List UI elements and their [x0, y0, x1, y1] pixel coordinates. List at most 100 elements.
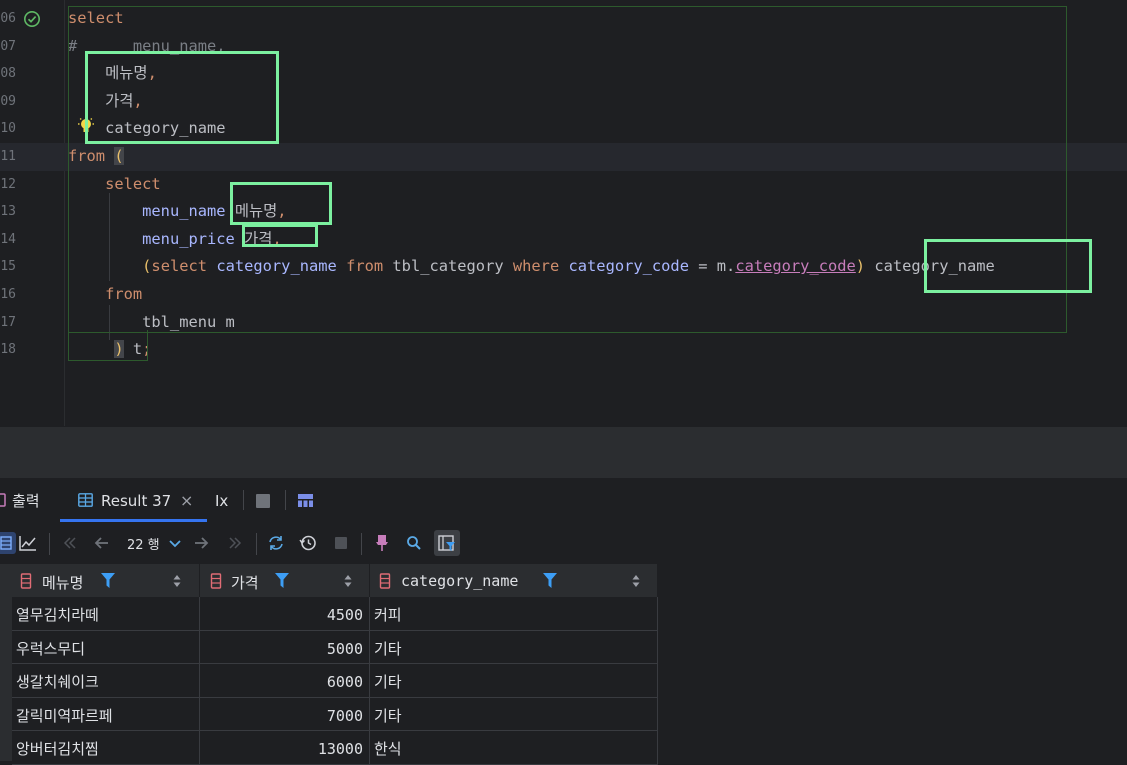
table-row[interactable]: 앙버터김치찜 13000 한식 [0, 731, 658, 765]
table-cell[interactable]: 4500 [200, 597, 370, 631]
table-cell[interactable]: 앙버터김치찜 [12, 731, 200, 765]
chart-icon[interactable] [17, 532, 39, 554]
code-text[interactable]: menu_price 가격, [68, 226, 282, 254]
table-cell[interactable]: 갈릭미역파르페 [12, 697, 200, 732]
line-number: 16 [0, 287, 16, 302]
prev-page-icon[interactable] [91, 532, 113, 554]
code-line[interactable]: 12 select [0, 171, 1127, 199]
code-text[interactable]: from [68, 281, 142, 309]
rows-dropdown-icon[interactable] [164, 532, 186, 554]
code-text[interactable]: ) t; [68, 336, 151, 364]
tab-result[interactable]: Result 37 × [60, 478, 207, 522]
close-icon[interactable]: × [180, 478, 193, 524]
code-line[interactable]: 18 ) t; [0, 336, 1127, 364]
code-text[interactable]: menu_name 메뉴명, [68, 198, 286, 226]
code-token: select [151, 257, 208, 276]
column-header-price[interactable]: 가격 [200, 564, 370, 597]
code-line[interactable]: 14 menu_price 가격, [0, 226, 1127, 254]
code-line[interactable]: 09 가격, [0, 88, 1127, 116]
code-token: = m. [688, 257, 736, 276]
sort-icon[interactable] [344, 574, 352, 588]
code-text[interactable]: select [68, 5, 124, 33]
table-cell[interactable]: 6000 [200, 664, 370, 698]
layout-icon[interactable] [298, 494, 313, 507]
sql-editor[interactable]: 06 select 07 # menu_name, 08 메뉴명, 09 가격, 10 ca… [0, 0, 1127, 426]
pin-icon[interactable] [371, 532, 393, 554]
code-line[interactable]: 06 select [0, 5, 1127, 33]
code-token: tbl_category [383, 257, 513, 276]
results-toolbar: 22 행 [0, 522, 1127, 564]
table-cell[interactable]: 5000 [200, 630, 370, 665]
table-cell[interactable]: 열무김치라떼 [12, 597, 200, 631]
stop-icon[interactable] [330, 532, 352, 554]
table-cell[interactable]: 13000 [200, 731, 370, 765]
code-token: select [105, 174, 161, 193]
table-cell[interactable]: 기타 [370, 630, 658, 665]
sort-icon[interactable] [632, 574, 640, 588]
search-icon[interactable] [403, 532, 425, 554]
code-token: menu_name [142, 202, 226, 221]
table-row[interactable]: 우럭스무디 5000 기타 [0, 630, 658, 665]
code-text[interactable]: select [68, 171, 161, 199]
column-header-menu-name[interactable]: 메뉴명 [12, 564, 200, 597]
code-text[interactable]: (select category_name from tbl_category … [68, 253, 995, 281]
stop-square-icon[interactable] [256, 494, 270, 508]
output-icon [0, 493, 6, 507]
lightbulb-icon[interactable] [76, 116, 96, 136]
row-count-label[interactable]: 22 행 [127, 534, 160, 553]
filter-icon[interactable] [101, 573, 115, 588]
line-number: 12 [0, 176, 16, 192]
table-cell[interactable]: 기타 [370, 664, 658, 698]
code-token: ) [114, 340, 124, 359]
code-token: category_name [865, 257, 995, 276]
code-text[interactable]: from ( [68, 143, 124, 171]
code-text[interactable]: # menu_name, [68, 33, 226, 61]
filter-icon[interactable] [543, 573, 557, 588]
tab-tx[interactable]: Ix [215, 478, 228, 522]
history-icon[interactable] [297, 532, 319, 554]
code-line[interactable]: 11 from ( [0, 143, 1127, 171]
code-token: category_code [735, 257, 856, 276]
line-number: 14 [0, 231, 16, 247]
column-header-category-name[interactable]: category_name [370, 564, 658, 597]
code-token: 가격 [234, 229, 273, 248]
code-line[interactable]: 08 메뉴명, [0, 60, 1127, 88]
check-circle-icon[interactable] [23, 10, 41, 28]
code-text[interactable]: 메뉴명, [68, 60, 157, 88]
table-row[interactable]: 열무김치라떼 4500 커피 [0, 597, 658, 631]
filter-icon[interactable] [275, 573, 289, 588]
code-line[interactable]: 16 from [0, 281, 1127, 309]
table-cell[interactable]: 한식 [370, 731, 658, 765]
code-line[interactable]: 10 category_name [0, 115, 1127, 143]
table-cell[interactable]: 커피 [370, 597, 658, 631]
last-page-icon[interactable] [224, 532, 246, 554]
db-column-icon [379, 573, 391, 589]
code-text[interactable]: 가격, [68, 88, 143, 116]
code-line[interactable]: 17 tbl_menu m [0, 309, 1127, 337]
result-grid[interactable]: 메뉴명 가격 category_name 열무김치라떼 4500 커피 우럭스무디 50… [0, 564, 658, 765]
panel-splitter[interactable] [0, 426, 1127, 479]
sort-icon[interactable] [173, 574, 181, 588]
table-cell[interactable]: 7000 [200, 697, 370, 732]
filter-view-icon[interactable] [434, 530, 460, 556]
table-view-icon[interactable] [0, 532, 16, 554]
code-token: where [512, 257, 560, 276]
first-page-icon[interactable] [59, 532, 81, 554]
tab-output-label: 출력 [12, 492, 40, 510]
code-text[interactable]: tbl_menu m [68, 309, 235, 337]
code-token: menu_price [142, 229, 235, 248]
table-row[interactable]: 생갈치쉐이크 6000 기타 [0, 664, 658, 698]
code-line[interactable]: 07 # menu_name, [0, 33, 1127, 61]
table-cell[interactable]: 기타 [370, 697, 658, 732]
refresh-icon[interactable] [265, 532, 287, 554]
code-line[interactable]: 13 menu_name 메뉴명, [0, 198, 1127, 226]
table-cell[interactable]: 우럭스무디 [12, 630, 200, 665]
code-line[interactable]: 15 (select category_name from tbl_catego… [0, 253, 1127, 281]
line-number: 11 [0, 149, 16, 164]
next-page-icon[interactable] [190, 532, 212, 554]
table-cell[interactable]: 생갈치쉐이크 [12, 664, 200, 698]
table-row[interactable]: 갈릭미역파르페 7000 기타 [0, 697, 658, 732]
tab-result-label: Result 37 [101, 492, 172, 510]
